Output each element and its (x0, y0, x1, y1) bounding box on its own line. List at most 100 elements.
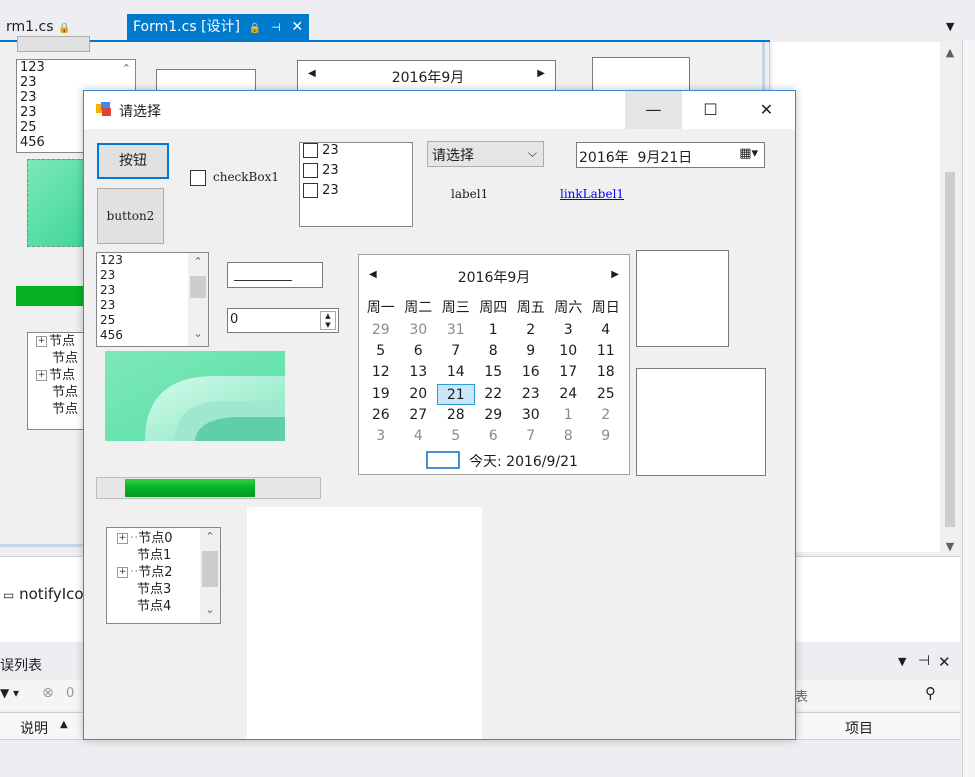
linklabel1[interactable]: linkLabel1 (560, 187, 624, 201)
expand-icon[interactable]: + (117, 533, 128, 544)
calendar-day[interactable]: 25 (587, 384, 625, 405)
checkbox-box[interactable] (190, 170, 206, 186)
calendar-day[interactable]: 4 (400, 426, 438, 447)
textbox-multiline-1[interactable] (636, 250, 729, 347)
treeview-scrollbar[interactable]: ⌃ ⌄ (200, 528, 220, 623)
calendar-day[interactable]: 10 (550, 341, 588, 362)
calendar-day[interactable]: 24 (550, 384, 588, 405)
scroll-thumb[interactable] (190, 276, 206, 298)
error-icon[interactable]: ⊗ (42, 685, 54, 701)
calendar-title[interactable]: 2016年9月 (429, 267, 559, 287)
textbox-multiline-2[interactable] (636, 368, 766, 476)
pin-icon[interactable]: ⊣ (918, 653, 930, 669)
column-description[interactable]: 说明 (20, 718, 48, 738)
bg-textbox[interactable] (592, 57, 690, 93)
close-icon[interactable]: ✕ (938, 653, 951, 671)
calendar-day[interactable]: 30 (400, 320, 438, 341)
calendar-day[interactable]: 14 (437, 362, 475, 383)
close-icon[interactable]: ✕ (291, 19, 303, 35)
calendar-day[interactable]: 31 (437, 320, 475, 341)
calendar-day[interactable]: 22 (475, 384, 513, 405)
numeric-updown[interactable]: 0 ▲ ▼ (227, 308, 339, 333)
calendar-day[interactable]: 17 (550, 362, 588, 383)
listbox-scrollbar[interactable]: ⌃ ⌄ (188, 253, 208, 346)
button2[interactable]: button2 (97, 188, 164, 244)
dialog-titlebar[interactable]: 请选择 — ☐ ✕ (84, 91, 795, 129)
scroll-up-icon[interactable]: ⌃ (188, 255, 208, 268)
calendar-day[interactable]: 2 (587, 405, 625, 426)
tab-form1-designer[interactable]: Form1.cs [设计] 🔒 ⊣ ✕ (127, 14, 310, 40)
tree-node[interactable]: 节点 (28, 384, 84, 401)
calendar-day[interactable]: 18 (587, 362, 625, 383)
calendar-day[interactable]: 29 (362, 320, 400, 341)
list-item[interactable]: 23 (300, 143, 412, 163)
listbox1[interactable]: 123 23 23 23 25 456 ⌃ ⌄ (96, 252, 209, 347)
calendar-day[interactable]: 7 (512, 426, 550, 447)
bg-button[interactable] (17, 36, 90, 52)
tree-node[interactable]: + 节点 (28, 367, 84, 384)
minimize-button[interactable]: — (625, 91, 682, 129)
scroll-thumb[interactable] (945, 172, 955, 527)
calendar-day[interactable]: 9 (587, 426, 625, 447)
calendar-day[interactable]: 5 (362, 341, 400, 362)
filter-icon[interactable]: ▼ ▾ (0, 686, 19, 700)
next-month-icon[interactable]: ▶ (611, 269, 619, 280)
calendar-day[interactable]: 6 (475, 426, 513, 447)
search-icon[interactable]: ⚲ (925, 684, 936, 702)
calendar-day[interactable]: 27 (400, 405, 438, 426)
scroll-thumb[interactable] (202, 551, 218, 587)
list-item[interactable]: 23 (300, 163, 412, 183)
calendar-day[interactable]: 16 (512, 362, 550, 383)
tree-node[interactable]: 节点 (28, 401, 84, 418)
dropdown-icon[interactable]: ▼ (898, 655, 906, 668)
calendar-day[interactable]: 5 (437, 426, 475, 447)
button1[interactable]: 按钮 (97, 143, 169, 179)
masked-textbox[interactable] (227, 262, 323, 288)
bg-treeview[interactable]: + 节点 节点 + 节点 节点 节点 (27, 332, 85, 430)
calendar-day[interactable]: 4 (587, 320, 625, 341)
calendar-day[interactable]: 3 (362, 426, 400, 447)
calendar-day[interactable]: 29 (475, 405, 513, 426)
calendar-day[interactable]: 1 (475, 320, 513, 341)
scroll-down-icon[interactable]: ▼ (940, 540, 960, 553)
checked-listbox[interactable]: 23 23 23 (299, 142, 413, 227)
calendar-day[interactable]: 20 (400, 384, 438, 405)
prev-month-icon[interactable]: ◀ (369, 269, 377, 280)
expand-icon[interactable]: + (117, 567, 128, 578)
list-item[interactable]: 23 (300, 183, 412, 203)
calendar-day[interactable]: 8 (475, 341, 513, 362)
calendar-day[interactable]: 19 (362, 384, 400, 405)
datetimepicker[interactable]: 2016年 9月21日 ▦▾ (576, 142, 765, 168)
pin-icon[interactable]: ⊣ (271, 21, 281, 34)
calendar-day[interactable]: 7 (437, 341, 475, 362)
scroll-up-icon[interactable]: ⌃ (200, 530, 220, 543)
calendar-day[interactable]: 23 (512, 384, 550, 405)
calendar-day[interactable]: 3 (550, 320, 588, 341)
calendar-today-link[interactable]: 今天: 2016/9/21 (469, 451, 578, 471)
tray-notifyicon[interactable]: ▭ notifyIco (3, 585, 84, 603)
calendar-day[interactable]: 26 (362, 405, 400, 426)
scroll-down-icon[interactable]: ⌄ (188, 327, 208, 340)
calendar-day[interactable]: 12 (362, 362, 400, 383)
dropdown-icon[interactable]: ▼ (946, 20, 954, 33)
tree-node[interactable]: + 节点 (28, 333, 84, 350)
calendar-day[interactable]: 15 (475, 362, 513, 383)
scroll-down-icon[interactable]: ⌄ (200, 603, 220, 616)
prev-month-icon[interactable]: ◀ (308, 68, 316, 79)
calendar-day[interactable]: 6 (400, 341, 438, 362)
calendar-day[interactable]: 13 (400, 362, 438, 383)
calendar-day[interactable]: 28 (437, 405, 475, 426)
scroll-up-icon[interactable]: ▲ (940, 46, 960, 59)
next-month-icon[interactable]: ▶ (537, 68, 545, 79)
designer-vertical-scrollbar[interactable]: ▲ ▼ (940, 42, 960, 557)
close-button[interactable]: ✕ (738, 91, 795, 129)
scroll-up-icon[interactable]: ⌃ (122, 62, 131, 75)
calendar-dropdown-icon[interactable]: ▦▾ (739, 146, 758, 161)
calendar-day[interactable]: 9 (512, 341, 550, 362)
calendar-day[interactable]: 21 (437, 383, 475, 405)
column-project[interactable]: 项目 (845, 718, 873, 738)
calendar-day[interactable]: 2 (512, 320, 550, 341)
search-input[interactable]: 表 (795, 686, 808, 705)
calendar-day[interactable]: 11 (587, 341, 625, 362)
spin-buttons[interactable]: ▲ ▼ (320, 311, 336, 330)
